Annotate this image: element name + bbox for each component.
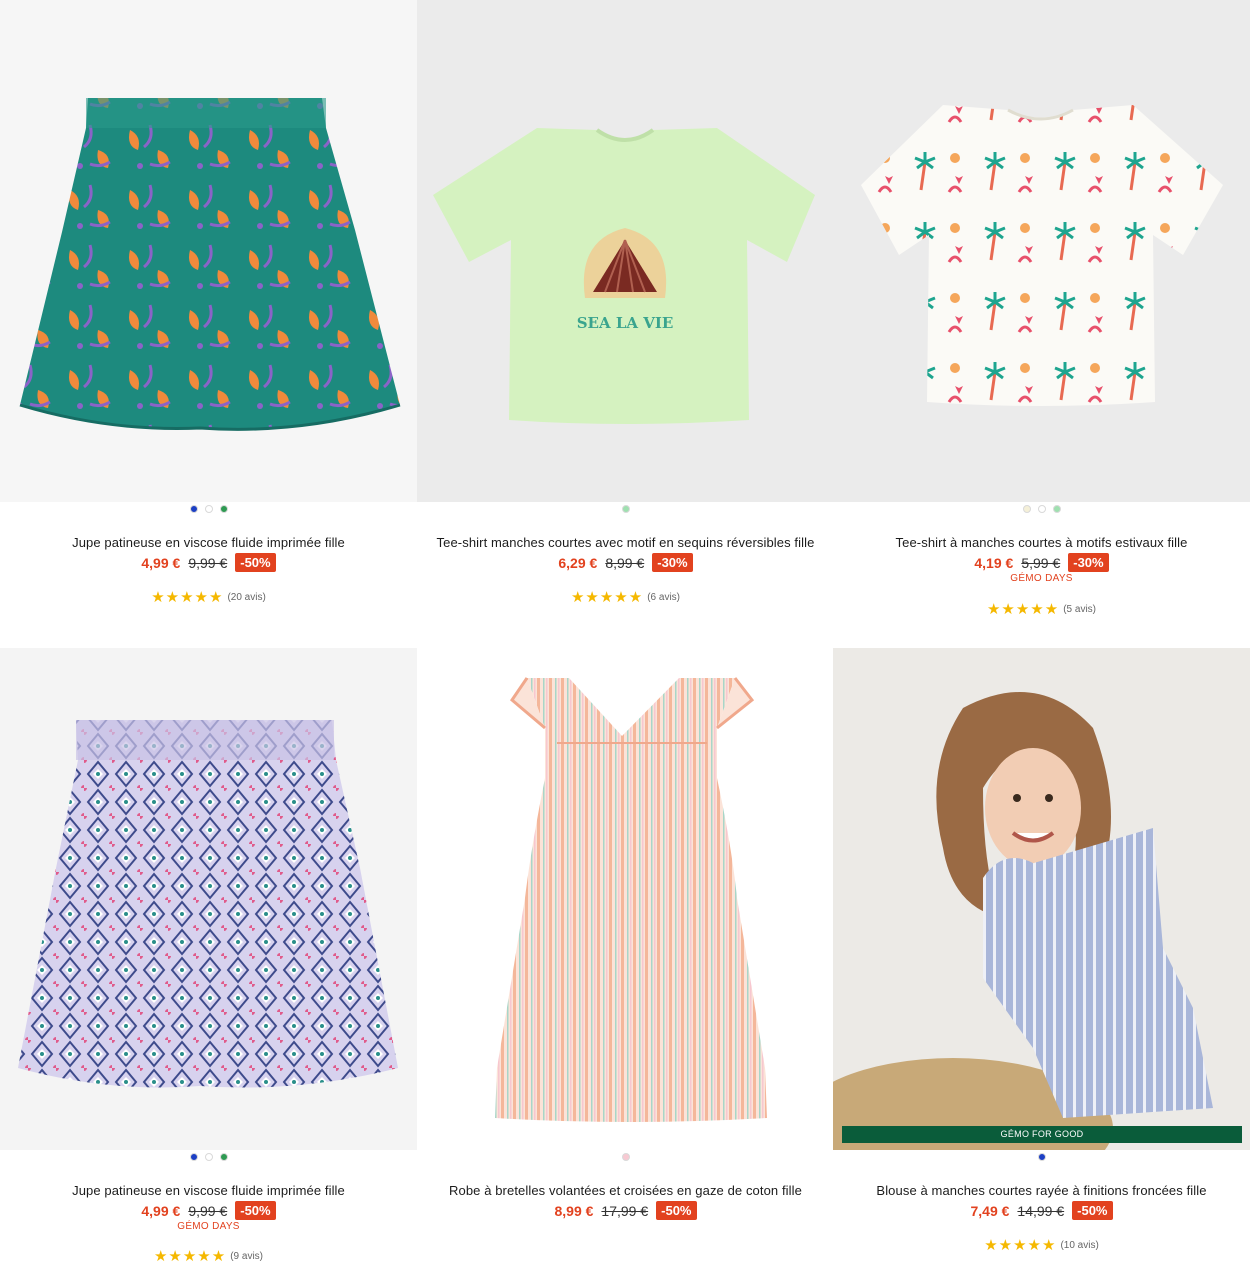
color-swatches xyxy=(417,1153,834,1161)
product-grid: Jupe patineuse en viscose fluide imprimé… xyxy=(0,0,1250,1264)
product-card[interactable]: SEA LA VIE Tee-shirt manches courtes ave… xyxy=(417,0,834,648)
old-price: 5,99 € xyxy=(1021,554,1061,571)
rating-stars: ★★★★★ xyxy=(151,589,224,606)
discount-badge: -30% xyxy=(652,553,693,572)
rating-stars: ★★★★★ xyxy=(570,589,644,606)
rating-stars: ★★★★★ xyxy=(984,1237,1057,1254)
product-card[interactable]: GÉMO FOR GOOD Blouse à manches courtes r… xyxy=(833,648,1250,1264)
product-card[interactable]: Jupe patineuse en viscose fluide imprimé… xyxy=(0,0,417,648)
review-count: (10 avis) xyxy=(1060,1239,1099,1251)
print-text: SEA LA VIE xyxy=(577,314,674,332)
rating[interactable]: ★★★★★ (10 avis) xyxy=(833,1236,1250,1254)
old-price: 8,99 € xyxy=(605,554,645,571)
product-card[interactable]: Robe à bretelles volantées et croisées e… xyxy=(417,648,834,1264)
discount-badge: -50% xyxy=(656,1201,697,1220)
product-image[interactable]: SEA LA VIE xyxy=(417,0,834,502)
review-count: (9 avis) xyxy=(230,1250,264,1262)
color-swatches xyxy=(833,1153,1250,1161)
product-title[interactable]: Jupe patineuse en viscose fluide imprimé… xyxy=(0,1183,417,1198)
price-row: 7,49 € 14,99 € -50% xyxy=(833,1201,1250,1220)
color-swatch[interactable] xyxy=(1037,505,1046,513)
old-price: 9,99 € xyxy=(188,1202,228,1219)
color-swatch[interactable] xyxy=(219,1153,228,1161)
product-title[interactable]: Robe à bretelles volantées et croisées e… xyxy=(417,1183,834,1198)
color-swatch[interactable] xyxy=(1052,505,1061,513)
product-image[interactable] xyxy=(0,648,417,1150)
discount-badge: -50% xyxy=(1072,1201,1113,1220)
old-price: 9,99 € xyxy=(188,554,228,571)
rating-stars: ★★★★★ xyxy=(153,1248,227,1264)
color-swatches xyxy=(833,505,1250,513)
color-swatch[interactable] xyxy=(204,505,213,513)
review-count: (5 avis) xyxy=(1063,603,1097,615)
price-row: 4,99 € 9,99 € -50% xyxy=(0,1201,417,1220)
rating[interactable]: ★★★★★ (9 avis) xyxy=(0,1247,417,1264)
product-title[interactable]: Jupe patineuse en viscose fluide imprimé… xyxy=(0,535,417,550)
rating[interactable]: ★★★★★ (6 avis) xyxy=(417,588,834,606)
color-swatches xyxy=(0,505,417,513)
product-title[interactable]: Blouse à manches courtes rayée à finitio… xyxy=(833,1183,1250,1198)
discount-badge: -50% xyxy=(235,1201,276,1220)
product-title[interactable]: Tee-shirt manches courtes avec motif en … xyxy=(417,535,834,550)
old-price: 17,99 € xyxy=(601,1202,649,1219)
current-price: 4,99 € xyxy=(141,554,181,571)
color-swatch[interactable] xyxy=(1022,505,1031,513)
rating-stars: ★★★★★ xyxy=(986,601,1060,618)
discount-badge: -30% xyxy=(1068,553,1109,572)
rating[interactable]: ★★★★★ (5 avis) xyxy=(833,600,1250,618)
color-swatches xyxy=(417,505,834,513)
product-image[interactable] xyxy=(833,648,1250,1150)
color-swatches xyxy=(0,1153,417,1161)
product-image[interactable] xyxy=(833,0,1250,502)
current-price: 4,19 € xyxy=(974,554,1014,571)
discount-badge: -50% xyxy=(235,553,276,572)
color-swatch[interactable] xyxy=(1037,1153,1046,1161)
price-row: 8,99 € 17,99 € -50% xyxy=(417,1201,834,1220)
review-count: (20 avis) xyxy=(227,591,266,603)
color-swatch[interactable] xyxy=(621,1153,630,1161)
price-row: 6,29 € 8,99 € -30% xyxy=(417,553,834,572)
old-price: 14,99 € xyxy=(1017,1202,1065,1219)
promo-label: GÉMO DAYS xyxy=(1010,573,1073,584)
product-image[interactable] xyxy=(0,0,417,502)
price-row: 4,99 € 9,99 € -50% xyxy=(0,553,417,572)
color-swatch[interactable] xyxy=(621,505,630,513)
current-price: 8,99 € xyxy=(554,1202,594,1219)
product-card[interactable]: Tee-shirt à manches courtes à motifs est… xyxy=(833,0,1250,648)
color-swatch[interactable] xyxy=(189,505,198,513)
current-price: 6,29 € xyxy=(558,554,598,571)
color-swatch[interactable] xyxy=(204,1153,213,1161)
promo-label: GÉMO DAYS xyxy=(177,1221,240,1232)
rating[interactable]: ★★★★★ (20 avis) xyxy=(0,588,417,606)
price-row: 4,19 € 5,99 € -30% xyxy=(833,553,1250,572)
review-count: (6 avis) xyxy=(647,591,681,603)
color-swatch[interactable] xyxy=(189,1153,198,1161)
current-price: 7,49 € xyxy=(970,1202,1010,1219)
current-price: 4,99 € xyxy=(141,1202,181,1219)
product-title[interactable]: Tee-shirt à manches courtes à motifs est… xyxy=(833,535,1250,550)
product-card[interactable]: Jupe patineuse en viscose fluide imprimé… xyxy=(0,648,417,1264)
gemo-for-good-banner: GÉMO FOR GOOD xyxy=(842,1126,1242,1143)
product-image[interactable] xyxy=(417,648,834,1150)
color-swatch[interactable] xyxy=(219,505,228,513)
